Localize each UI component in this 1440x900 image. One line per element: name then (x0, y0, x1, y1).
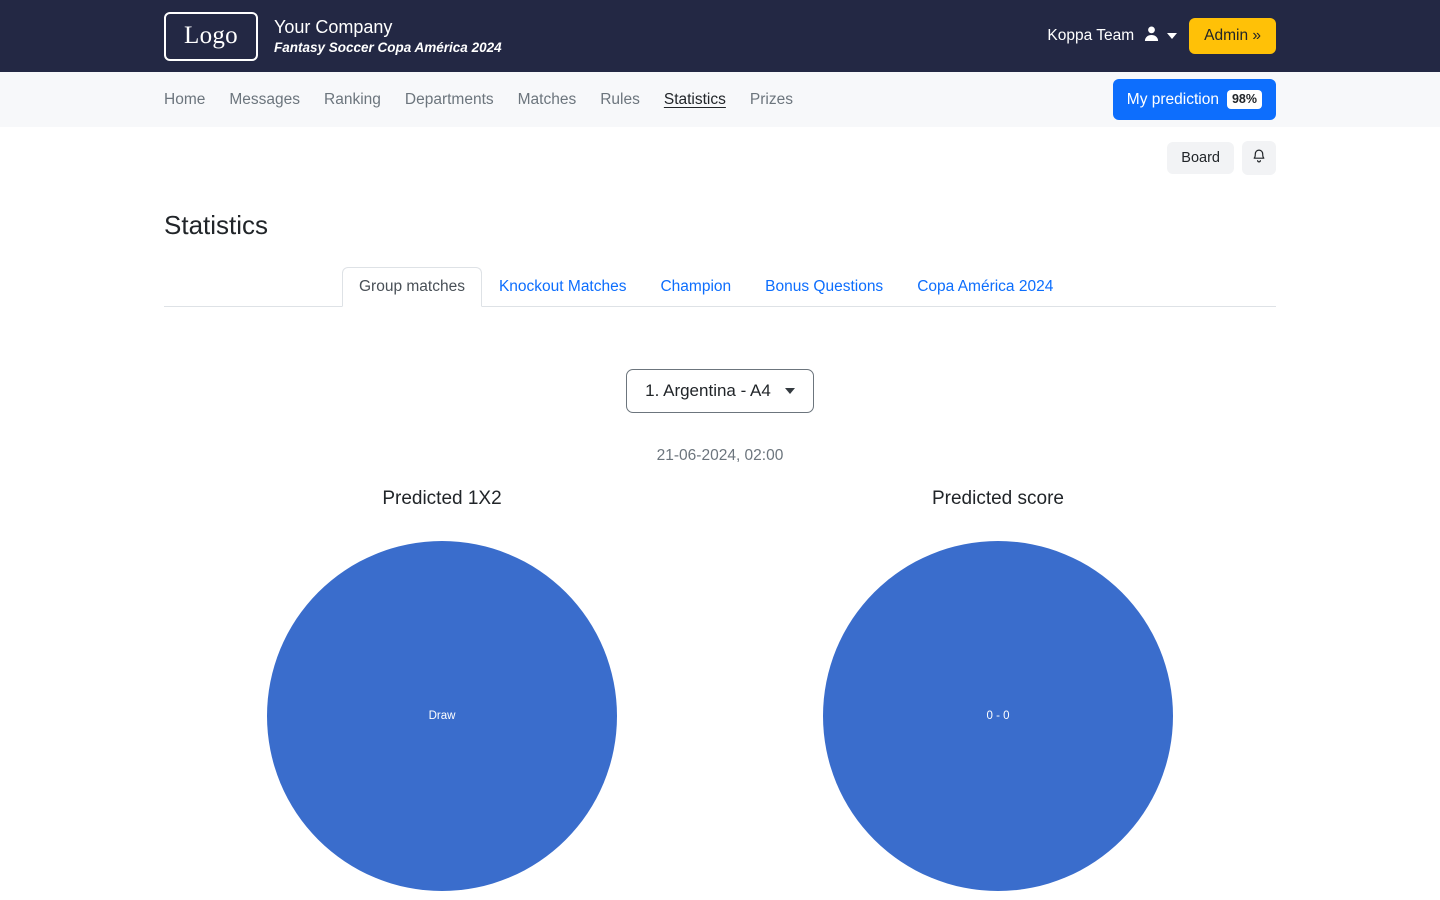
match-datetime: 21-06-2024, 02:00 (656, 447, 784, 464)
match-selector-row: 1. Argentina - A4 (164, 369, 1276, 413)
chevron-down-icon (1167, 33, 1178, 39)
nav-item-messages[interactable]: Messages (229, 91, 300, 109)
my-prediction-label: My prediction (1126, 90, 1219, 108)
pie-slice-draw (267, 541, 617, 891)
chevron-down-icon (784, 388, 795, 394)
notifications-button[interactable] (1242, 141, 1276, 175)
pie-chart-predicted-score[interactable]: 0 - 0 (823, 541, 1173, 891)
brand-block[interactable]: Logo Your Company Fantasy Soccer Copa Am… (164, 11, 502, 61)
board-button[interactable]: Board (1167, 142, 1234, 174)
chart-predicted-score: Predicted score 0 - 0 (720, 487, 1276, 891)
page-toolbar: Board (0, 127, 1440, 175)
chart-predicted-1x2: Predicted 1X2 Draw (164, 487, 720, 891)
nav-item-rules[interactable]: Rules (600, 91, 640, 109)
chart-title-predicted-1x2: Predicted 1X2 (382, 488, 502, 509)
user-menu[interactable]: Koppa Team (1047, 25, 1178, 47)
charts-row: Predicted 1X2 Draw Predicted score 0 - 0 (164, 487, 1276, 891)
nav-item-statistics[interactable]: Statistics (664, 91, 726, 109)
user-name: Koppa Team (1047, 27, 1135, 44)
nav-item-home[interactable]: Home (164, 91, 205, 109)
tab-knockout-matches[interactable]: Knockout Matches (482, 267, 644, 307)
prediction-percent-badge: 98% (1226, 90, 1262, 109)
nav-item-prizes[interactable]: Prizes (750, 91, 793, 109)
my-prediction-button[interactable]: My prediction 98% (1112, 79, 1276, 120)
bell-icon (1251, 148, 1267, 168)
company-name: Your Company (273, 17, 393, 37)
chart-title-predicted-score: Predicted score (931, 488, 1064, 509)
top-header: Logo Your Company Fantasy Soccer Copa Am… (0, 0, 1440, 72)
pie-slice-0-0 (823, 541, 1173, 891)
logo: Logo (164, 11, 258, 61)
statistics-tabs: Group matches Knockout Matches Champion … (164, 267, 1276, 307)
match-selector-value: 1. Argentina - A4 (645, 381, 771, 400)
pie-chart-predicted-1x2[interactable]: Draw (267, 541, 617, 891)
tab-group-matches[interactable]: Group matches (342, 267, 482, 307)
match-selector[interactable]: 1. Argentina - A4 (626, 369, 814, 413)
tab-bonus-questions[interactable]: Bonus Questions (748, 267, 900, 307)
nav-item-departments[interactable]: Departments (405, 91, 494, 109)
tab-copa-america-2024[interactable]: Copa América 2024 (900, 267, 1070, 307)
header-right: Koppa Team Admin » (1047, 18, 1276, 54)
nav-item-ranking[interactable]: Ranking (324, 91, 381, 109)
company-tagline: Fantasy Soccer Copa América 2024 (273, 40, 502, 55)
page-content: Statistics Group matches Knockout Matche… (0, 209, 1440, 891)
page-title: Statistics (164, 210, 269, 240)
tab-champion[interactable]: Champion (643, 267, 748, 307)
main-navigation: Home Messages Ranking Departments Matche… (0, 72, 1440, 127)
nav-links: Home Messages Ranking Departments Matche… (164, 91, 793, 109)
person-icon (1143, 25, 1160, 47)
nav-item-matches[interactable]: Matches (518, 91, 577, 109)
admin-button[interactable]: Admin » (1189, 18, 1276, 54)
brand-text: Your Company Fantasy Soccer Copa América… (274, 16, 502, 56)
